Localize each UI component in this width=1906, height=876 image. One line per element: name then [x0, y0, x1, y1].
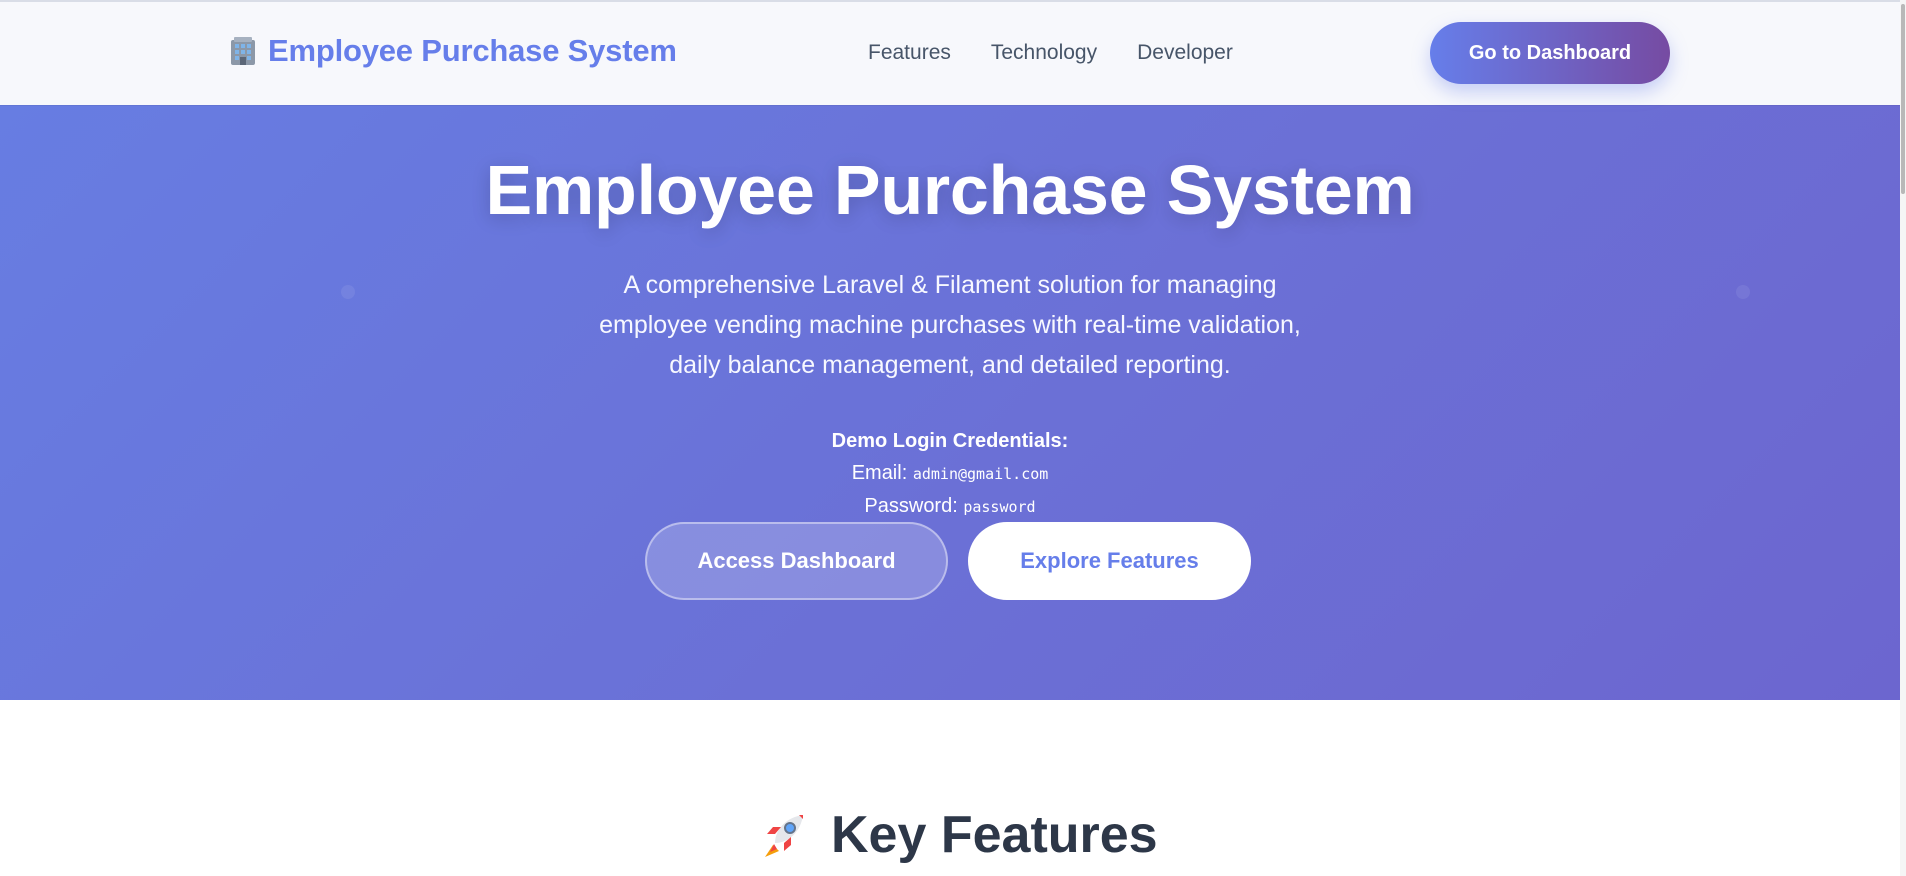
rocket-icon — [757, 809, 809, 861]
landing-page: Employee Purchase System Features Techno… — [0, 0, 1900, 876]
hero-subtitle: A comprehensive Laravel & Filament solut… — [599, 271, 1301, 379]
password-label: Password: — [864, 495, 958, 517]
features-section: Key Features — [0, 700, 1900, 876]
credentials-title: Demo Login Credentials: — [831, 430, 1069, 452]
features-heading: Key Features — [757, 805, 1158, 865]
top-navbar: Employee Purchase System Features Techno… — [0, 2, 1900, 105]
password-credential: Password: password — [700, 490, 1200, 523]
nav-link-features[interactable]: Features — [868, 41, 951, 65]
explore-features-button[interactable]: Explore Features — [968, 522, 1251, 600]
brand-name: Employee Purchase System — [268, 33, 677, 68]
email-value: admin@gmail.com — [912, 465, 1049, 483]
hero-title: Employee Purchase System — [485, 151, 1415, 229]
hero-section: Employee Purchase System A comprehensive… — [0, 105, 1900, 700]
decorative-dot — [1736, 285, 1750, 299]
nav-links: Features Technology Developer — [868, 41, 1233, 65]
demo-credentials: Demo Login Credentials: Email: admin@gma… — [700, 425, 1200, 523]
brand-logo-link[interactable]: Employee Purchase System — [228, 33, 677, 69]
email-label: Email: — [851, 462, 908, 484]
nav-link-developer[interactable]: Developer — [1137, 41, 1233, 65]
nav-link-technology[interactable]: Technology — [991, 41, 1097, 65]
vertical-scrollbar[interactable] — [1900, 0, 1906, 876]
go-to-dashboard-button[interactable]: Go to Dashboard — [1430, 22, 1670, 84]
email-credential: Email: admin@gmail.com — [700, 457, 1200, 490]
office-building-icon — [228, 35, 258, 67]
features-title: Key Features — [831, 806, 1158, 864]
scrollbar-thumb[interactable] — [1901, 4, 1905, 194]
access-dashboard-button[interactable]: Access Dashboard — [645, 522, 948, 600]
password-value: password — [963, 498, 1036, 516]
decorative-dot — [341, 285, 355, 299]
